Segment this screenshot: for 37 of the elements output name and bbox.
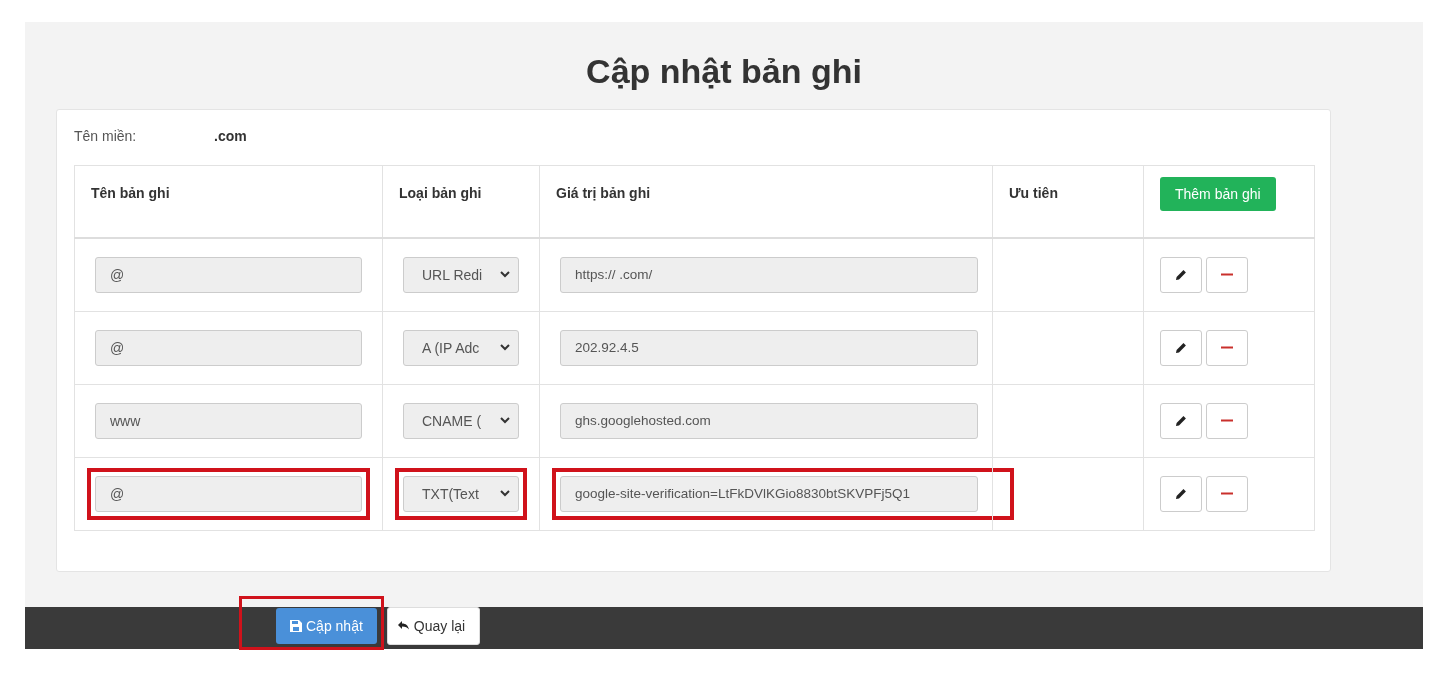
chevron-icon <box>500 271 510 278</box>
column-header: Ưu tiên <box>1009 185 1058 201</box>
select-field[interactable]: TXT(Text <box>403 475 519 512</box>
input-field[interactable]: google-site-verification=LtFkDVlKGio8830btSKVPFj5Q1 <box>560 475 978 512</box>
minus-icon <box>1221 492 1233 495</box>
minus-icon <box>1221 419 1233 422</box>
input-field[interactable]: @ <box>95 256 362 293</box>
minus-icon <box>1221 346 1233 349</box>
edit-button[interactable] <box>1160 329 1202 366</box>
chevron-icon <box>500 490 510 497</box>
chevron-icon <box>500 417 510 424</box>
pencil-icon <box>1175 268 1187 281</box>
chevron-icon <box>500 344 510 351</box>
pencil-icon <box>1175 341 1187 354</box>
input-field[interactable]: www <box>95 402 362 439</box>
edit-button[interactable] <box>1160 475 1202 512</box>
select-field[interactable]: CNAME ( <box>403 402 519 439</box>
select-field[interactable]: URL Redi <box>403 256 519 293</box>
domain-value: .com <box>214 128 247 144</box>
input-field[interactable]: 202.92.4.5 <box>560 329 978 366</box>
input-field[interactable]: https:// .com/ <box>560 256 978 293</box>
input-field[interactable]: @ <box>95 329 362 366</box>
select-field[interactable]: A (IP Adc <box>403 329 519 366</box>
input-field[interactable]: ghs.googlehosted.com <box>560 402 978 439</box>
reply-arrow-icon <box>397 621 409 630</box>
page-title: Cập nhật bản ghi <box>585 51 863 92</box>
pencil-icon <box>1175 487 1187 500</box>
column-header: Loại bản ghi <box>399 185 482 201</box>
input-field[interactable]: @ <box>95 475 362 512</box>
edit-button[interactable] <box>1160 402 1202 439</box>
minus-icon <box>1221 273 1233 276</box>
back-button[interactable]: Quay lại <box>386 606 481 645</box>
pencil-icon <box>1175 414 1187 427</box>
domain-label: Tên miền: <box>74 128 138 144</box>
edit-button[interactable] <box>1160 256 1202 293</box>
column-header: Giá trị bản ghi <box>556 185 651 201</box>
column-header: Tên bản ghi <box>91 185 170 201</box>
